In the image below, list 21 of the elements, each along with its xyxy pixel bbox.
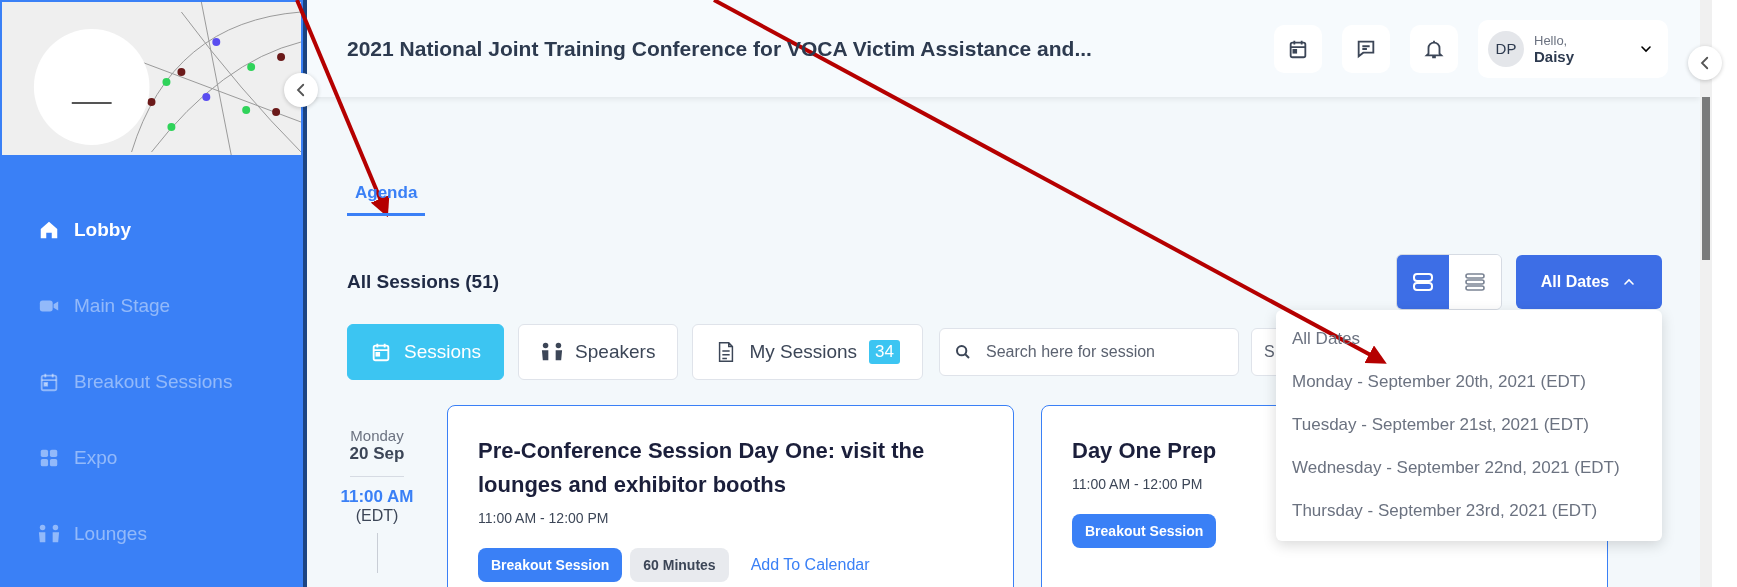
sidebar-item-label: Lounges <box>74 522 147 545</box>
sidebar-item-label: Expo <box>74 446 118 469</box>
session-title: Pre-Conference Session Day One: visit the lounges and exhibitor booths <box>478 437 926 499</box>
session-time: 11:00 AM - 12:00 PM <box>478 510 609 526</box>
session-start-time: 11:00 AM <box>340 487 414 507</box>
day-name: Monday <box>350 427 404 444</box>
duration-tag: 60 Minutes <box>630 548 729 582</box>
day-date: 20 Sep <box>349 444 405 477</box>
sidebar-item-label: Main Stage <box>74 294 171 317</box>
sessions-heading: All Sessions (51) <box>347 271 501 293</box>
session-time: 11:00 AM - 12:00 PM <box>1072 476 1203 492</box>
avatar: DP <box>1488 30 1524 67</box>
count-badge: 34 <box>869 340 900 364</box>
session-type-tag: Breakout Session <box>478 548 623 582</box>
session-type-tag: Breakout Session <box>1072 514 1217 548</box>
sidebar-item-label: Breakout Sessions <box>74 370 233 393</box>
session-title: Day One Prep <box>1072 437 1217 465</box>
greeting: Hello, <box>1534 32 1569 48</box>
time-zone: (EDT) <box>355 507 399 525</box>
sidebar-item-label: Lobby <box>74 218 131 241</box>
user-name: Daisy <box>1534 47 1576 65</box>
